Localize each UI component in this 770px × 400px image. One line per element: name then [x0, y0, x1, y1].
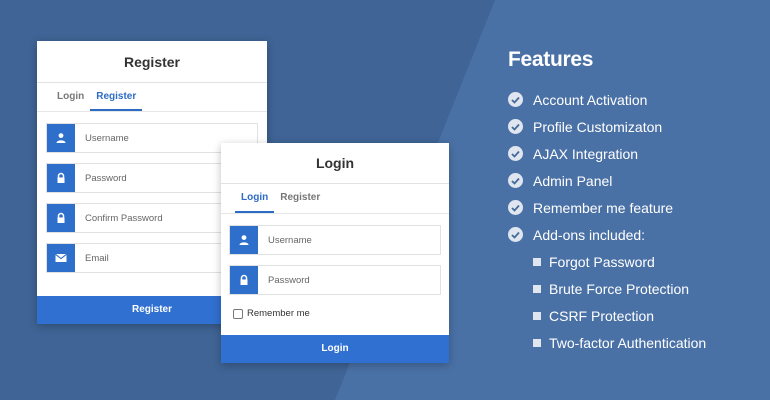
square-bullet-icon — [533, 338, 541, 347]
username-field — [229, 225, 441, 255]
feature-label: Account Activation — [533, 91, 648, 108]
features-panel: Features Account Activation Profile Cust… — [508, 48, 706, 356]
feature-item: Remember me feature — [508, 194, 706, 221]
check-circle-icon — [508, 92, 523, 107]
square-bullet-icon — [533, 311, 541, 320]
addon-item: Two-factor Authentication — [508, 329, 706, 356]
check-circle-icon — [508, 200, 523, 215]
check-circle-icon — [508, 119, 523, 134]
password-field — [229, 265, 441, 295]
addon-item: CSRF Protection — [508, 302, 706, 329]
tab-login[interactable]: Login — [51, 88, 90, 111]
remember-me[interactable]: Remember me — [233, 308, 310, 319]
tab-register[interactable]: Register — [274, 189, 326, 213]
tab-login[interactable]: Login — [235, 189, 275, 213]
password-input[interactable] — [258, 266, 440, 294]
remember-me-label: Remember me — [247, 308, 310, 319]
square-bullet-icon — [533, 257, 541, 266]
register-card-title: Register — [37, 41, 267, 83]
login-button[interactable]: Login — [221, 335, 449, 363]
feature-item: Account Activation — [508, 86, 706, 113]
tab-register[interactable]: Register — [90, 88, 143, 111]
lock-icon — [230, 266, 258, 294]
login-card-tabs: Login Register — [221, 184, 449, 214]
feature-item: Add-ons included: — [508, 221, 706, 248]
check-circle-icon — [508, 227, 523, 242]
login-card: Login Login Register Remember me Login — [221, 143, 449, 363]
feature-item: Profile Customizaton — [508, 113, 706, 140]
addon-label: Forgot Password — [549, 253, 655, 270]
feature-item: Admin Panel — [508, 167, 706, 194]
check-circle-icon — [508, 146, 523, 161]
envelope-icon — [47, 244, 75, 272]
feature-item: AJAX Integration — [508, 140, 706, 167]
addon-item: Brute Force Protection — [508, 275, 706, 302]
check-circle-icon — [508, 173, 523, 188]
feature-label: Remember me feature — [533, 199, 674, 216]
addon-item: Forgot Password — [508, 248, 706, 275]
username-input[interactable] — [258, 226, 440, 254]
user-icon — [230, 226, 258, 254]
addon-label: CSRF Protection — [549, 307, 655, 324]
feature-label: Profile Customizaton — [533, 118, 663, 135]
feature-label: Add-ons included: — [533, 226, 646, 243]
login-card-title: Login — [221, 143, 449, 184]
lock-icon — [47, 164, 75, 192]
remember-me-checkbox[interactable] — [233, 308, 243, 319]
square-bullet-icon — [533, 284, 541, 293]
feature-label: AJAX Integration — [533, 145, 639, 162]
features-title: Features — [508, 48, 594, 71]
feature-label: Admin Panel — [533, 172, 613, 189]
addon-label: Two-factor Authentication — [549, 334, 707, 351]
addon-label: Brute Force Protection — [549, 280, 690, 297]
register-card-tabs: Login Register — [37, 83, 267, 112]
user-icon — [47, 124, 75, 152]
lock-icon — [47, 204, 75, 232]
